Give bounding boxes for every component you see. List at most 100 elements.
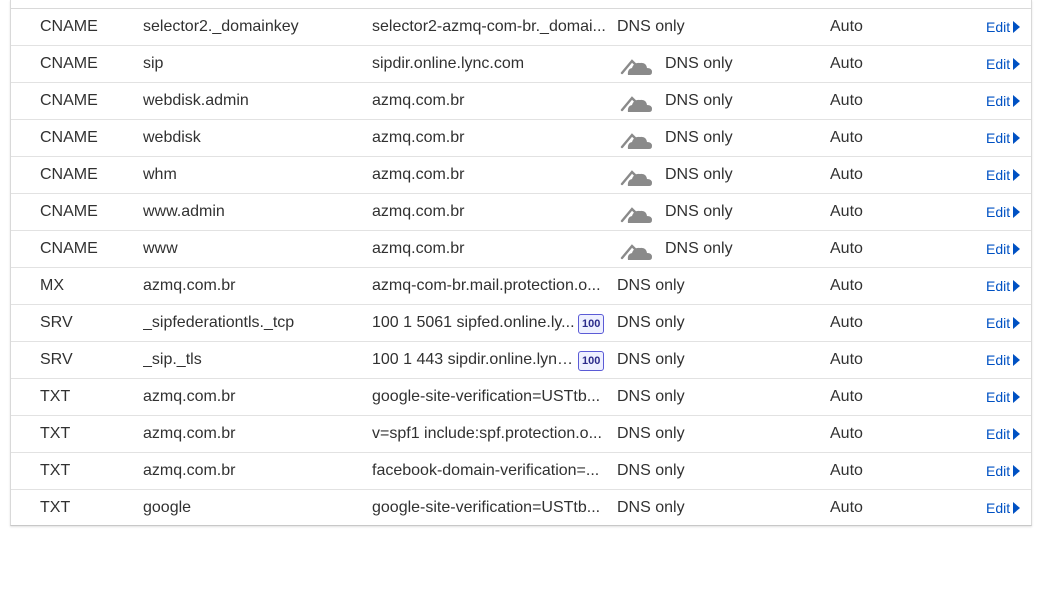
caret-right-icon bbox=[1013, 354, 1021, 366]
proxy-status: DNS only bbox=[617, 351, 685, 368]
caret-right-icon bbox=[1013, 58, 1021, 70]
record-type: CNAME bbox=[40, 203, 98, 220]
edit-label: Edit bbox=[986, 463, 1011, 479]
table-row: TXT azmq.com.br facebook-domain-verifica… bbox=[11, 453, 1031, 490]
edit-label: Edit bbox=[986, 241, 1011, 257]
record-type: CNAME bbox=[40, 55, 98, 72]
record-ttl: Auto bbox=[830, 351, 863, 368]
proxy-status: DNS only bbox=[617, 18, 685, 35]
record-ttl: Auto bbox=[830, 462, 863, 479]
edit-link[interactable]: Edit bbox=[986, 120, 1032, 156]
record-name: www.admin bbox=[143, 203, 225, 220]
edit-link[interactable]: Edit bbox=[986, 268, 1032, 304]
edit-label: Edit bbox=[986, 315, 1011, 331]
dns-only-cloud-icon bbox=[619, 91, 653, 112]
table-row: CNAME webdisk.admin azmq.com.br DNS only… bbox=[11, 83, 1031, 120]
caret-right-icon bbox=[1013, 465, 1021, 477]
record-name: azmq.com.br bbox=[143, 462, 236, 479]
record-ttl: Auto bbox=[830, 314, 863, 331]
edit-label: Edit bbox=[986, 389, 1011, 405]
table-row: CNAME www.admin azmq.com.br DNS only Aut… bbox=[11, 194, 1031, 231]
record-ttl: Auto bbox=[830, 166, 863, 183]
record-name: webdisk.admin bbox=[143, 92, 249, 109]
record-type: TXT bbox=[40, 388, 71, 405]
proxy-status: DNS only bbox=[617, 388, 685, 405]
record-content: azmq.com.br bbox=[372, 129, 465, 146]
edit-label: Edit bbox=[986, 278, 1011, 294]
edit-label: Edit bbox=[986, 93, 1011, 109]
table-row: MX azmq.com.br azmq-com-br.mail.protecti… bbox=[11, 268, 1031, 305]
caret-right-icon bbox=[1013, 317, 1021, 329]
record-content: 100 1 443 sipdir.online.lync... bbox=[372, 351, 577, 368]
edit-link[interactable]: Edit bbox=[986, 231, 1032, 267]
proxy-status: DNS only bbox=[617, 314, 685, 331]
edit-link[interactable]: Edit bbox=[986, 305, 1032, 341]
record-content: azmq-com-br.mail.protection.o... bbox=[372, 277, 601, 294]
table-row: CNAME www azmq.com.br DNS only Auto Edit bbox=[11, 231, 1031, 268]
proxy-status: DNS only bbox=[617, 499, 685, 516]
table-row: TXT azmq.com.br google-site-verification… bbox=[11, 379, 1031, 416]
edit-link[interactable]: Edit bbox=[986, 46, 1032, 82]
edit-link[interactable]: Edit bbox=[986, 83, 1032, 119]
record-content: sipdir.online.lync.com bbox=[372, 55, 525, 72]
table-row: SRV _sip._tls 100 1 443 sipdir.online.ly… bbox=[11, 342, 1031, 379]
edit-label: Edit bbox=[986, 56, 1011, 72]
record-type: SRV bbox=[40, 351, 73, 368]
record-name: azmq.com.br bbox=[143, 425, 236, 442]
edit-link[interactable]: Edit bbox=[986, 157, 1032, 193]
record-name: www bbox=[143, 240, 178, 257]
dns-only-cloud-icon bbox=[619, 54, 653, 75]
edit-link[interactable]: Edit bbox=[986, 342, 1032, 378]
record-ttl: Auto bbox=[830, 240, 863, 257]
dns-only-cloud-icon bbox=[619, 165, 653, 186]
edit-link[interactable]: Edit bbox=[986, 379, 1032, 415]
edit-label: Edit bbox=[986, 352, 1011, 368]
record-content: 100 1 5061 sipfed.online.ly... bbox=[372, 314, 575, 331]
record-name: sip bbox=[143, 55, 164, 72]
record-name: google bbox=[143, 499, 192, 516]
record-content: facebook-domain-verification=... bbox=[372, 462, 600, 479]
edit-label: Edit bbox=[986, 130, 1011, 146]
edit-link[interactable]: Edit bbox=[986, 194, 1032, 230]
proxy-status: DNS only bbox=[617, 462, 685, 479]
edit-label: Edit bbox=[986, 500, 1011, 516]
table-row: TXT google google-site-verification=USTt… bbox=[11, 490, 1031, 527]
record-ttl: Auto bbox=[830, 277, 863, 294]
record-name: azmq.com.br bbox=[143, 277, 236, 294]
record-name: whm bbox=[143, 166, 177, 183]
caret-right-icon bbox=[1013, 21, 1021, 33]
record-type: CNAME bbox=[40, 166, 98, 183]
table-row: CNAME selector2._domainkey selector2-azm… bbox=[11, 9, 1031, 46]
record-content: azmq.com.br bbox=[372, 92, 465, 109]
priority-badge: 100 bbox=[578, 314, 605, 334]
edit-link[interactable]: Edit bbox=[986, 416, 1032, 452]
edit-label: Edit bbox=[986, 19, 1011, 35]
proxy-status: DNS only bbox=[617, 277, 685, 294]
record-ttl: Auto bbox=[830, 203, 863, 220]
record-type: CNAME bbox=[40, 92, 98, 109]
dns-records-list: CNAME selector2._domainkey selector2-azm… bbox=[11, 9, 1031, 527]
table-row: CNAME webdisk azmq.com.br DNS only Auto … bbox=[11, 120, 1031, 157]
caret-right-icon bbox=[1013, 95, 1021, 107]
caret-right-icon bbox=[1013, 502, 1021, 514]
record-ttl: Auto bbox=[830, 92, 863, 109]
record-type: CNAME bbox=[40, 129, 98, 146]
caret-right-icon bbox=[1013, 132, 1021, 144]
caret-right-icon bbox=[1013, 391, 1021, 403]
table-row: SRV _sipfederationtls._tcp 100 1 5061 si… bbox=[11, 305, 1031, 342]
record-type: CNAME bbox=[40, 240, 98, 257]
edit-link[interactable]: Edit bbox=[986, 490, 1032, 526]
record-ttl: Auto bbox=[830, 55, 863, 72]
record-content: google-site-verification=USTtb... bbox=[372, 388, 601, 405]
table-row: TXT azmq.com.br v=spf1 include:spf.prote… bbox=[11, 416, 1031, 453]
record-ttl: Auto bbox=[830, 499, 863, 516]
caret-right-icon bbox=[1013, 169, 1021, 181]
record-type: MX bbox=[40, 277, 64, 294]
record-name: _sipfederationtls._tcp bbox=[143, 314, 295, 331]
edit-link[interactable]: Edit bbox=[986, 9, 1032, 45]
record-content: google-site-verification=USTtb... bbox=[372, 499, 601, 516]
edit-link[interactable]: Edit bbox=[986, 453, 1032, 489]
record-name: azmq.com.br bbox=[143, 388, 236, 405]
caret-right-icon bbox=[1013, 428, 1021, 440]
record-ttl: Auto bbox=[830, 425, 863, 442]
